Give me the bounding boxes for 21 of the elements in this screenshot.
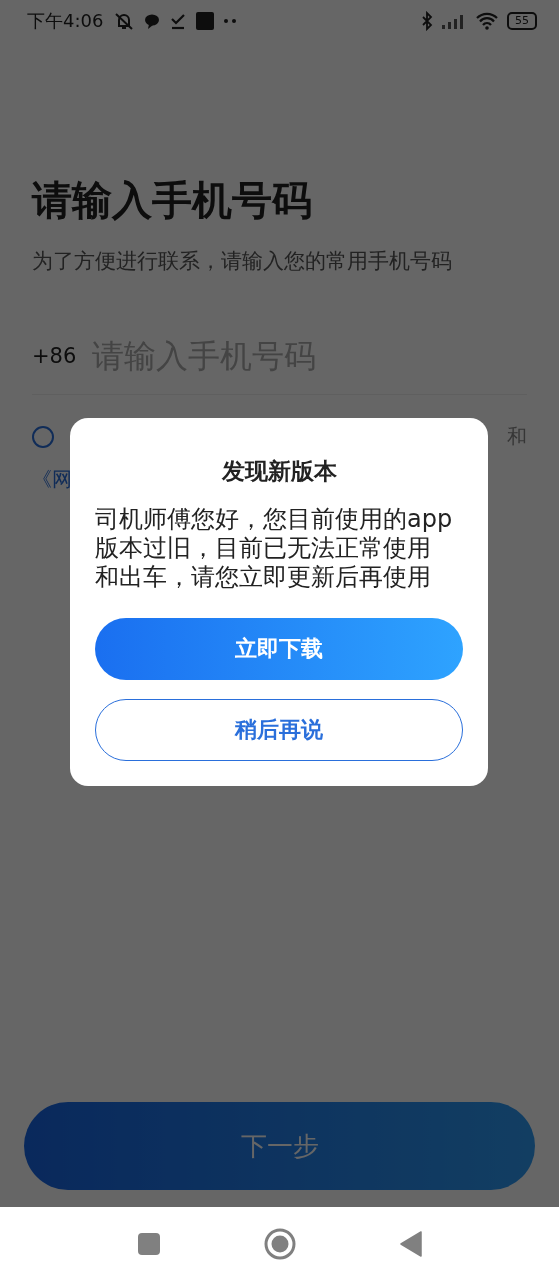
chat-icon <box>143 12 162 30</box>
next-step-button[interactable]: 下一步 <box>24 1102 535 1190</box>
square-icon <box>195 11 216 31</box>
status-time: 下午4:06 <box>27 9 104 33</box>
agreement-link[interactable]: 《网 <box>32 467 72 491</box>
page-title: 请输入手机号码 <box>32 176 313 225</box>
more-dots-icon <box>223 18 238 24</box>
dialog-message: 司机师傅您好，您目前使用的app版本过旧，目前已无法正常使用和出车，请您立即更新后再使用 <box>95 505 453 592</box>
dialog-title: 发现新版本 <box>221 457 337 486</box>
home-icon[interactable] <box>263 1227 296 1260</box>
page-subtitle: 为了方便进行联系，请输入您的常用手机号码 <box>32 248 453 275</box>
download-done-icon <box>169 12 188 30</box>
country-code[interactable]: +86 <box>32 344 77 368</box>
agreement-checkbox[interactable] <box>32 425 54 448</box>
later-button[interactable]: 稍后再说 <box>95 699 463 761</box>
download-button[interactable]: 立即下载 <box>95 618 463 680</box>
back-icon[interactable] <box>399 1230 422 1257</box>
bluetooth-icon <box>421 11 433 31</box>
battery-level: 55 <box>507 12 537 30</box>
wifi-icon <box>475 12 499 30</box>
recent-apps-icon[interactable] <box>137 1232 160 1255</box>
